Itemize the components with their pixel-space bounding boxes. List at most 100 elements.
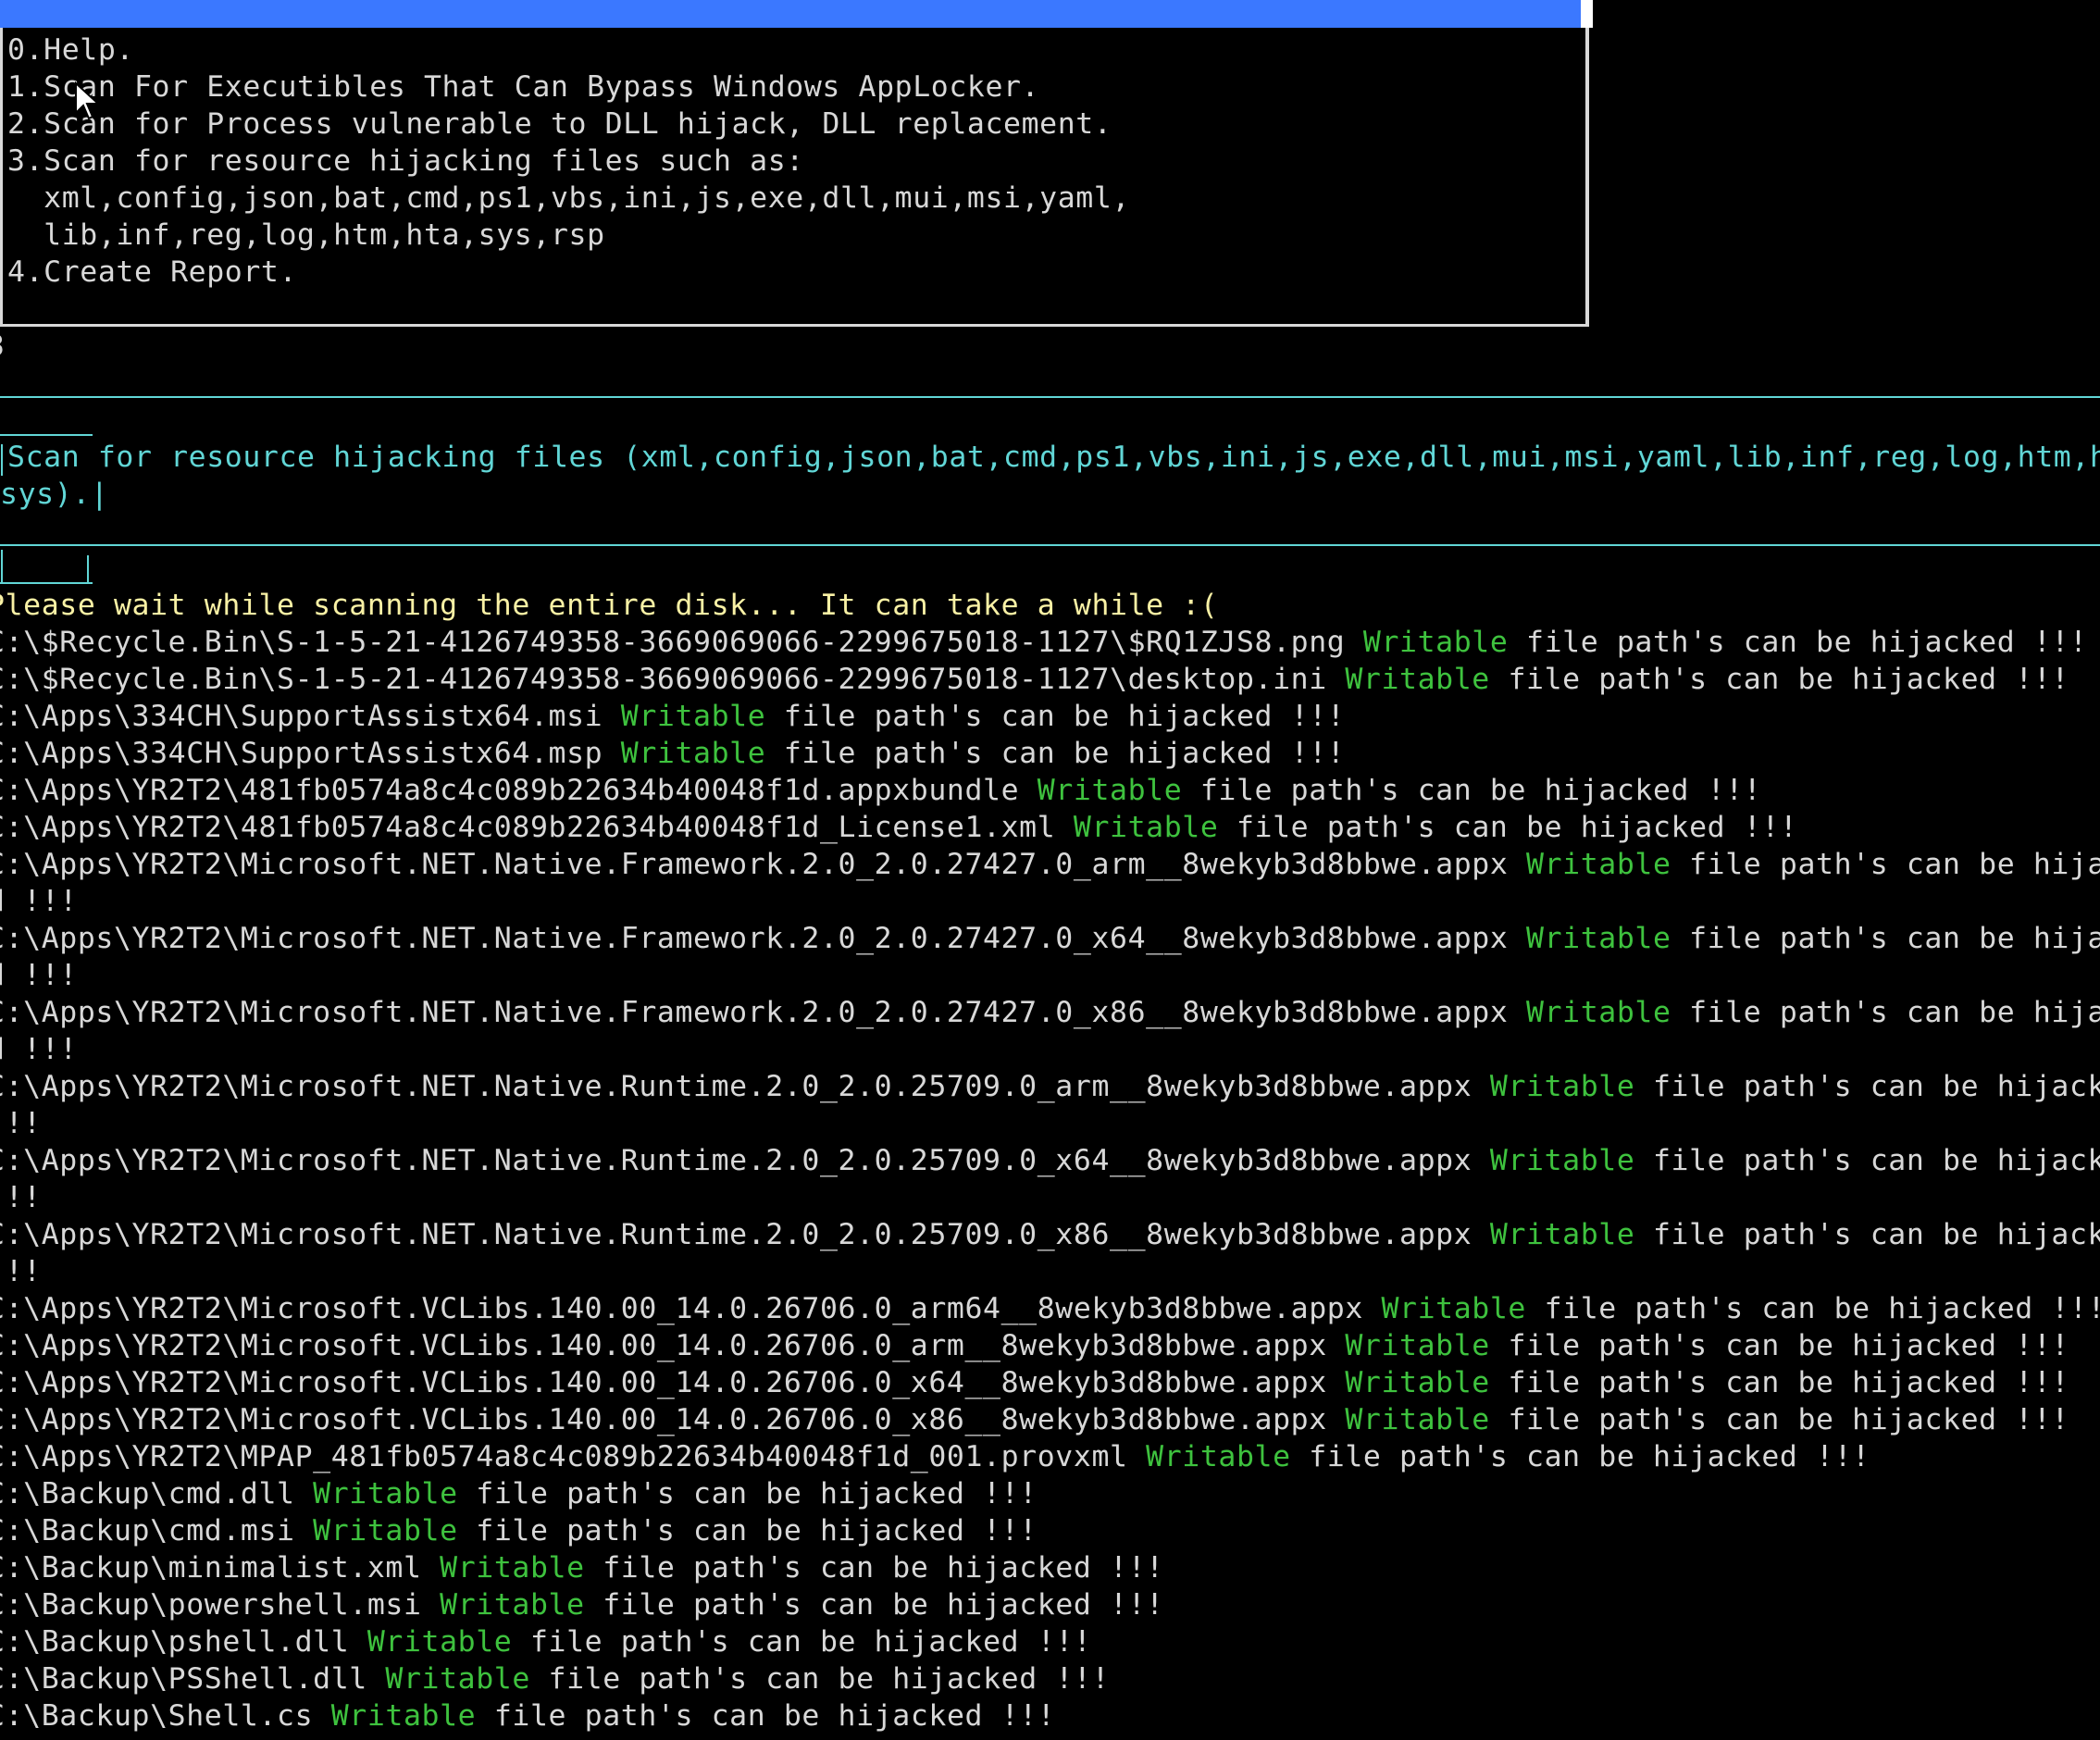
banner-top-rule-short xyxy=(0,434,93,436)
result-row: C:\Apps\YR2T2\Microsoft.VCLibs.140.00_14… xyxy=(0,1290,2100,1327)
banner-line-2-text: sys). xyxy=(0,478,91,511)
writable-label: Writable xyxy=(1345,663,1490,696)
writable-label: Writable xyxy=(1526,922,1671,955)
writable-label: Writable xyxy=(1489,1144,1635,1177)
writable-label: Writable xyxy=(1489,1070,1635,1103)
banner-bottom-rule xyxy=(0,544,2100,546)
hijack-message: file path's can be hijacked !!! xyxy=(529,1662,1111,1696)
result-row: C:\Backup\Shell.cs Writable file path's … xyxy=(0,1697,1055,1734)
banner-left-bar xyxy=(1,444,3,476)
writable-label: Writable xyxy=(1345,1403,1490,1436)
result-row: C:\Apps\YR2T2\Microsoft.NET.Native.Runti… xyxy=(0,1142,2100,1179)
menu-item-extensions-2: lib,inf,reg,log,htm,hta,sys,rsp xyxy=(7,218,605,252)
hijack-message: file path's can be hijacked !!! xyxy=(1508,626,2088,659)
result-path: C:\Apps\YR2T2\Microsoft.VCLibs.140.00_14… xyxy=(0,1403,1346,1436)
hijack-message: file path's can be hijacked !!! xyxy=(765,700,1346,733)
result-path: C:\Backup\Shell.cs xyxy=(0,1699,331,1733)
writable-label: Writable xyxy=(1073,811,1219,844)
result-row: C:\Apps\YR2T2\481fb0574a8c4c089b22634b40… xyxy=(0,809,1798,846)
hijack-message: file path's can be hijacke xyxy=(1689,848,2100,881)
hijack-message: file path's can be hijacked !!! xyxy=(1489,663,2069,696)
result-row: C:\Backup\minimalist.xml Writable file p… xyxy=(0,1549,1164,1586)
result-row: C:\Apps\YR2T2\Microsoft.VCLibs.140.00_14… xyxy=(0,1327,2069,1364)
writable-label: Writable xyxy=(1146,1440,1291,1473)
banner-bottom-rule-short xyxy=(0,582,93,584)
writable-label: Writable xyxy=(1345,1329,1490,1362)
result-row-wrap: !!! xyxy=(0,1255,42,1288)
result-row: C:\Apps\334CH\SupportAssistx64.msi Writa… xyxy=(0,698,1345,735)
result-path: C:\Backup\minimalist.xml xyxy=(0,1551,441,1585)
hijack-message: file path's can be hijacked !!! xyxy=(476,1699,1056,1733)
banner-line-2-tail: | xyxy=(90,478,109,511)
hijack-message: file path's can be hijacked !!! xyxy=(512,1625,1092,1659)
user-choice-input[interactable]: 3 xyxy=(0,328,6,365)
result-path: C:\Apps\YR2T2\MPAP_481fb0574a8c4c089b226… xyxy=(0,1440,1147,1473)
hijack-message: file path's can be hijacked !!! xyxy=(584,1551,1164,1585)
result-path: C:\Apps\YR2T2\481fb0574a8c4c089b22634b40… xyxy=(0,811,1074,844)
menu-item-scan-dll-hijack: 2.Scan for Process vulnerable to DLL hij… xyxy=(7,107,1112,141)
writable-label: Writable xyxy=(385,1662,530,1696)
result-path: C:\Apps\YR2T2\Microsoft.VCLibs.140.00_14… xyxy=(0,1292,1382,1325)
writable-label: Writable xyxy=(1381,1292,1527,1325)
hijack-message: file path's can be hijacked xyxy=(1652,1144,2100,1177)
result-row: C:\Backup\pshell.dll Writable file path'… xyxy=(0,1623,1091,1660)
result-path: C:\Apps\YR2T2\Microsoft.NET.Native.Frame… xyxy=(0,848,1526,881)
result-path: C:\Apps\YR2T2\Microsoft.VCLibs.140.00_14… xyxy=(0,1366,1346,1399)
result-row: C:\Apps\YR2T2\Microsoft.NET.Native.Runti… xyxy=(0,1216,2100,1253)
result-row-wrap: !!! xyxy=(0,1107,42,1140)
result-path: C:\Apps\YR2T2\Microsoft.NET.Native.Runti… xyxy=(0,1070,1490,1103)
hijack-message: file path's can be hijacked xyxy=(1652,1218,2100,1251)
hijack-message: file path's can be hijacked !!! xyxy=(1489,1366,2069,1399)
result-row: C:\Apps\YR2T2\Microsoft.NET.Native.Frame… xyxy=(0,994,2100,1031)
menu-item-create-report: 4.Create Report. xyxy=(7,255,298,289)
result-row: C:\Apps\334CH\SupportAssistx64.msp Writa… xyxy=(0,735,1345,772)
result-row: C:\Apps\YR2T2\481fb0574a8c4c089b22634b40… xyxy=(0,772,1761,809)
hijack-message: file path's can be hijacked !!! xyxy=(1218,811,1798,844)
result-path: C:\$Recycle.Bin\S-1-5-21-4126749358-3669… xyxy=(0,626,1363,659)
hijack-message: file path's can be hijacked !!! xyxy=(1489,1403,2069,1436)
menu-item-extensions-1: xml,config,json,bat,cmd,ps1,vbs,ini,js,e… xyxy=(7,181,1131,215)
result-row: C:\Apps\YR2T2\Microsoft.NET.Native.Frame… xyxy=(0,846,2100,883)
writable-label: Writable xyxy=(313,1514,458,1547)
result-row: C:\Apps\YR2T2\Microsoft.VCLibs.140.00_14… xyxy=(0,1364,2069,1401)
hijack-message: file path's can be hijacked !!! xyxy=(584,1588,1164,1622)
result-path: C:\Backup\cmd.dll xyxy=(0,1477,314,1510)
hijack-message: file path's can be hijacked !!! xyxy=(457,1477,1038,1510)
result-row-wrap: !!! xyxy=(0,1181,42,1214)
result-row: C:\Apps\YR2T2\MPAP_481fb0574a8c4c089b226… xyxy=(0,1438,1870,1475)
writable-label: Writable xyxy=(620,700,766,733)
result-path: C:\Apps\YR2T2\481fb0574a8c4c089b22634b40… xyxy=(0,774,1038,807)
writable-label: Writable xyxy=(1037,774,1183,807)
menu-item-scan-resource-hijack: 3.Scan for resource hijacking files such… xyxy=(7,144,804,178)
result-row-wrap: d !!! xyxy=(0,1033,78,1066)
banner-top-rule xyxy=(0,396,2100,398)
banner-line-2: sys).| xyxy=(0,476,108,513)
writable-label: Writable xyxy=(440,1588,585,1622)
writable-label: Writable xyxy=(1362,626,1509,659)
menu-item-scan-applocker: 1.Scan For Executibles That Can Bypass W… xyxy=(7,70,1040,104)
hijack-message: file path's can be hijacked !!! xyxy=(1489,1329,2069,1362)
result-path: C:\$Recycle.Bin\S-1-5-21-4126749358-3669… xyxy=(0,663,1346,696)
hijack-message: file path's can be hijacked !!! xyxy=(765,737,1346,770)
result-path: C:\Backup\cmd.msi xyxy=(0,1514,314,1547)
result-row-wrap: d !!! xyxy=(0,959,78,992)
result-row: C:\$Recycle.Bin\S-1-5-21-4126749358-3669… xyxy=(0,624,2088,661)
result-path: C:\Backup\powershell.msi xyxy=(0,1588,441,1622)
writable-label: Writable xyxy=(367,1625,513,1659)
writable-label: Writable xyxy=(1489,1218,1635,1251)
result-path: C:\Apps\YR2T2\Microsoft.VCLibs.140.00_14… xyxy=(0,1329,1346,1362)
result-path: C:\Apps\YR2T2\Microsoft.NET.Native.Runti… xyxy=(0,1218,1490,1251)
result-row: C:\Apps\YR2T2\Microsoft.NET.Native.Runti… xyxy=(0,1068,2100,1105)
result-row: C:\Backup\powershell.msi Writable file p… xyxy=(0,1586,1164,1623)
banner-bottom-left-bar xyxy=(1,550,3,583)
result-row: C:\Apps\YR2T2\Microsoft.NET.Native.Frame… xyxy=(0,920,2100,957)
result-row: C:\Backup\cmd.msi Writable file path's c… xyxy=(0,1512,1038,1549)
banner-bottom-right-bar xyxy=(87,555,89,583)
hijack-message: file path's can be hijacked !!! xyxy=(457,1514,1038,1547)
result-path: C:\Apps\334CH\SupportAssistx64.msi xyxy=(0,700,621,733)
hijack-message: file path's can be hijacked !!! xyxy=(1290,1440,1870,1473)
result-path: C:\Backup\PSShell.dll xyxy=(0,1662,386,1696)
menu-item-help: 0.Help. xyxy=(7,33,134,67)
result-path: C:\Backup\pshell.dll xyxy=(0,1625,367,1659)
hijack-message: file path's can be hijacke xyxy=(1689,996,2100,1029)
